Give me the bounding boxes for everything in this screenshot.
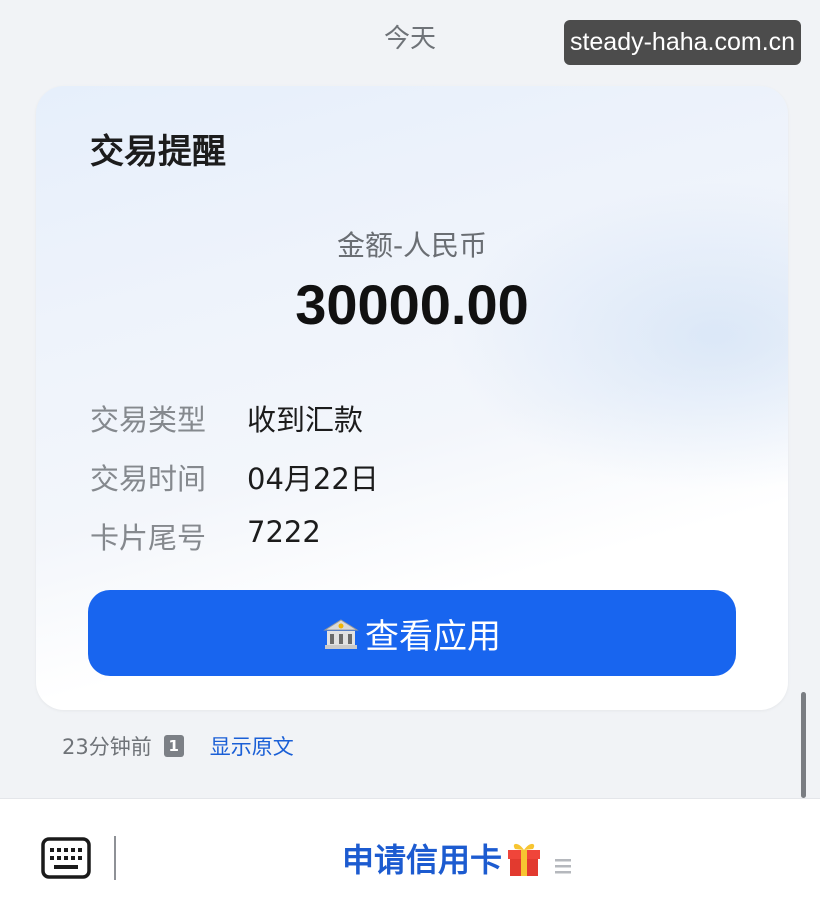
detail-key: 交易类型 [90, 403, 207, 437]
detail-value: 收到汇款 [247, 403, 364, 437]
detail-key: 卡片尾号 [90, 521, 207, 555]
bottom-bar: 申请信用卡 [0, 798, 820, 907]
menu-lines-icon [554, 847, 572, 874]
card-title: 交易提醒 [90, 132, 226, 172]
sim-slot-badge: 1 [163, 735, 184, 757]
view-app-label: 查看应用 [365, 616, 501, 657]
gift-icon [506, 839, 542, 877]
show-original-link[interactable]: 显示原文 [210, 731, 294, 761]
meta-row: 23分钟前 1 显示原文 [62, 731, 294, 761]
scrollbar[interactable] [801, 692, 806, 798]
detail-row-card: 卡片尾号 7222 [90, 515, 321, 557]
time-ago: 23分钟前 [62, 735, 152, 759]
view-app-button[interactable]: 查看应用 [88, 590, 736, 676]
amount-label: 金额-人民币 [336, 229, 488, 262]
detail-key: 交易时间 [90, 462, 207, 496]
detail-row-type: 交易类型 收到汇款 [90, 397, 363, 439]
amount-value: 30000.00 [295, 273, 529, 336]
apply-credit-card-menu[interactable]: 申请信用卡 [342, 835, 572, 881]
transaction-card: 交易提醒 金额-人民币 30000.00 交易类型 收到汇款 交易时间 04月2… [36, 86, 788, 710]
watermark: steady-haha.com.cn [564, 20, 801, 65]
keyboard-icon[interactable] [41, 837, 91, 879]
detail-value: 04月22日 [247, 462, 379, 496]
apply-credit-card-label: 申请信用卡 [342, 841, 503, 879]
bank-building-icon [323, 618, 359, 649]
bar-divider [114, 836, 116, 880]
detail-row-time: 交易时间 04月22日 [90, 456, 379, 498]
detail-value: 7222 [247, 515, 321, 549]
